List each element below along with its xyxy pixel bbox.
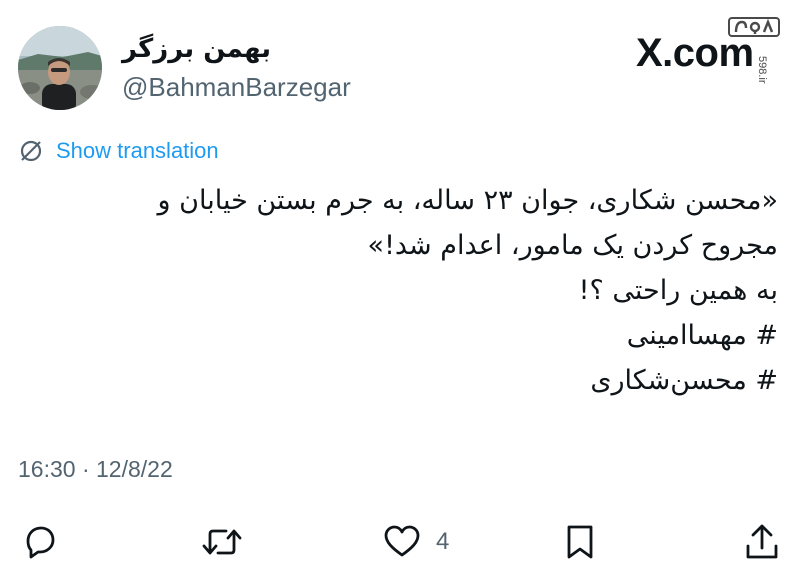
hashtag-link[interactable]: # محسن‌شکاری: [18, 358, 778, 403]
like-count: 4: [436, 528, 450, 555]
watermark-site: 598.ir: [756, 56, 768, 84]
like-button[interactable]: 4: [382, 518, 449, 566]
show-translation-button[interactable]: Show translation: [18, 138, 219, 164]
bookmark-icon: [567, 525, 593, 559]
watermark-logo-icon: [728, 17, 780, 37]
profile-photo: [18, 26, 102, 110]
reply-button[interactable]: [20, 518, 60, 566]
author-display-name[interactable]: بهمن برزگر: [122, 32, 271, 66]
bookmark-button[interactable]: [562, 518, 598, 566]
show-translation-label: Show translation: [56, 138, 219, 163]
reply-icon: [26, 526, 55, 559]
heart-icon: [384, 525, 420, 557]
tweet-text: «محسن شکاری، جوان ۲۳ ساله، به جرم بستن خ…: [18, 178, 778, 403]
share-button[interactable]: [742, 518, 782, 566]
hashtag-link[interactable]: # مهساامینی: [18, 313, 778, 358]
retweet-button[interactable]: [200, 518, 244, 566]
globe-slash-icon: [20, 140, 42, 162]
tweet-action-bar: 4: [0, 518, 800, 566]
share-icon: [746, 524, 778, 559]
tweet-timestamp[interactable]: 16:30 · 12/8/22: [18, 456, 173, 483]
tweet-line: مجروح کردن یک مامور، اعدام شد!»: [367, 230, 778, 261]
author-handle[interactable]: @BahmanBarzegar: [122, 70, 351, 104]
tweet-line: «محسن شکاری، جوان ۲۳ ساله، به جرم بستن خ…: [157, 185, 778, 216]
watermark-logo: [728, 16, 780, 38]
tweet-line: به همین راحتی ؟!: [578, 275, 778, 306]
retweet-icon: [202, 529, 242, 555]
avatar[interactable]: [18, 26, 102, 110]
